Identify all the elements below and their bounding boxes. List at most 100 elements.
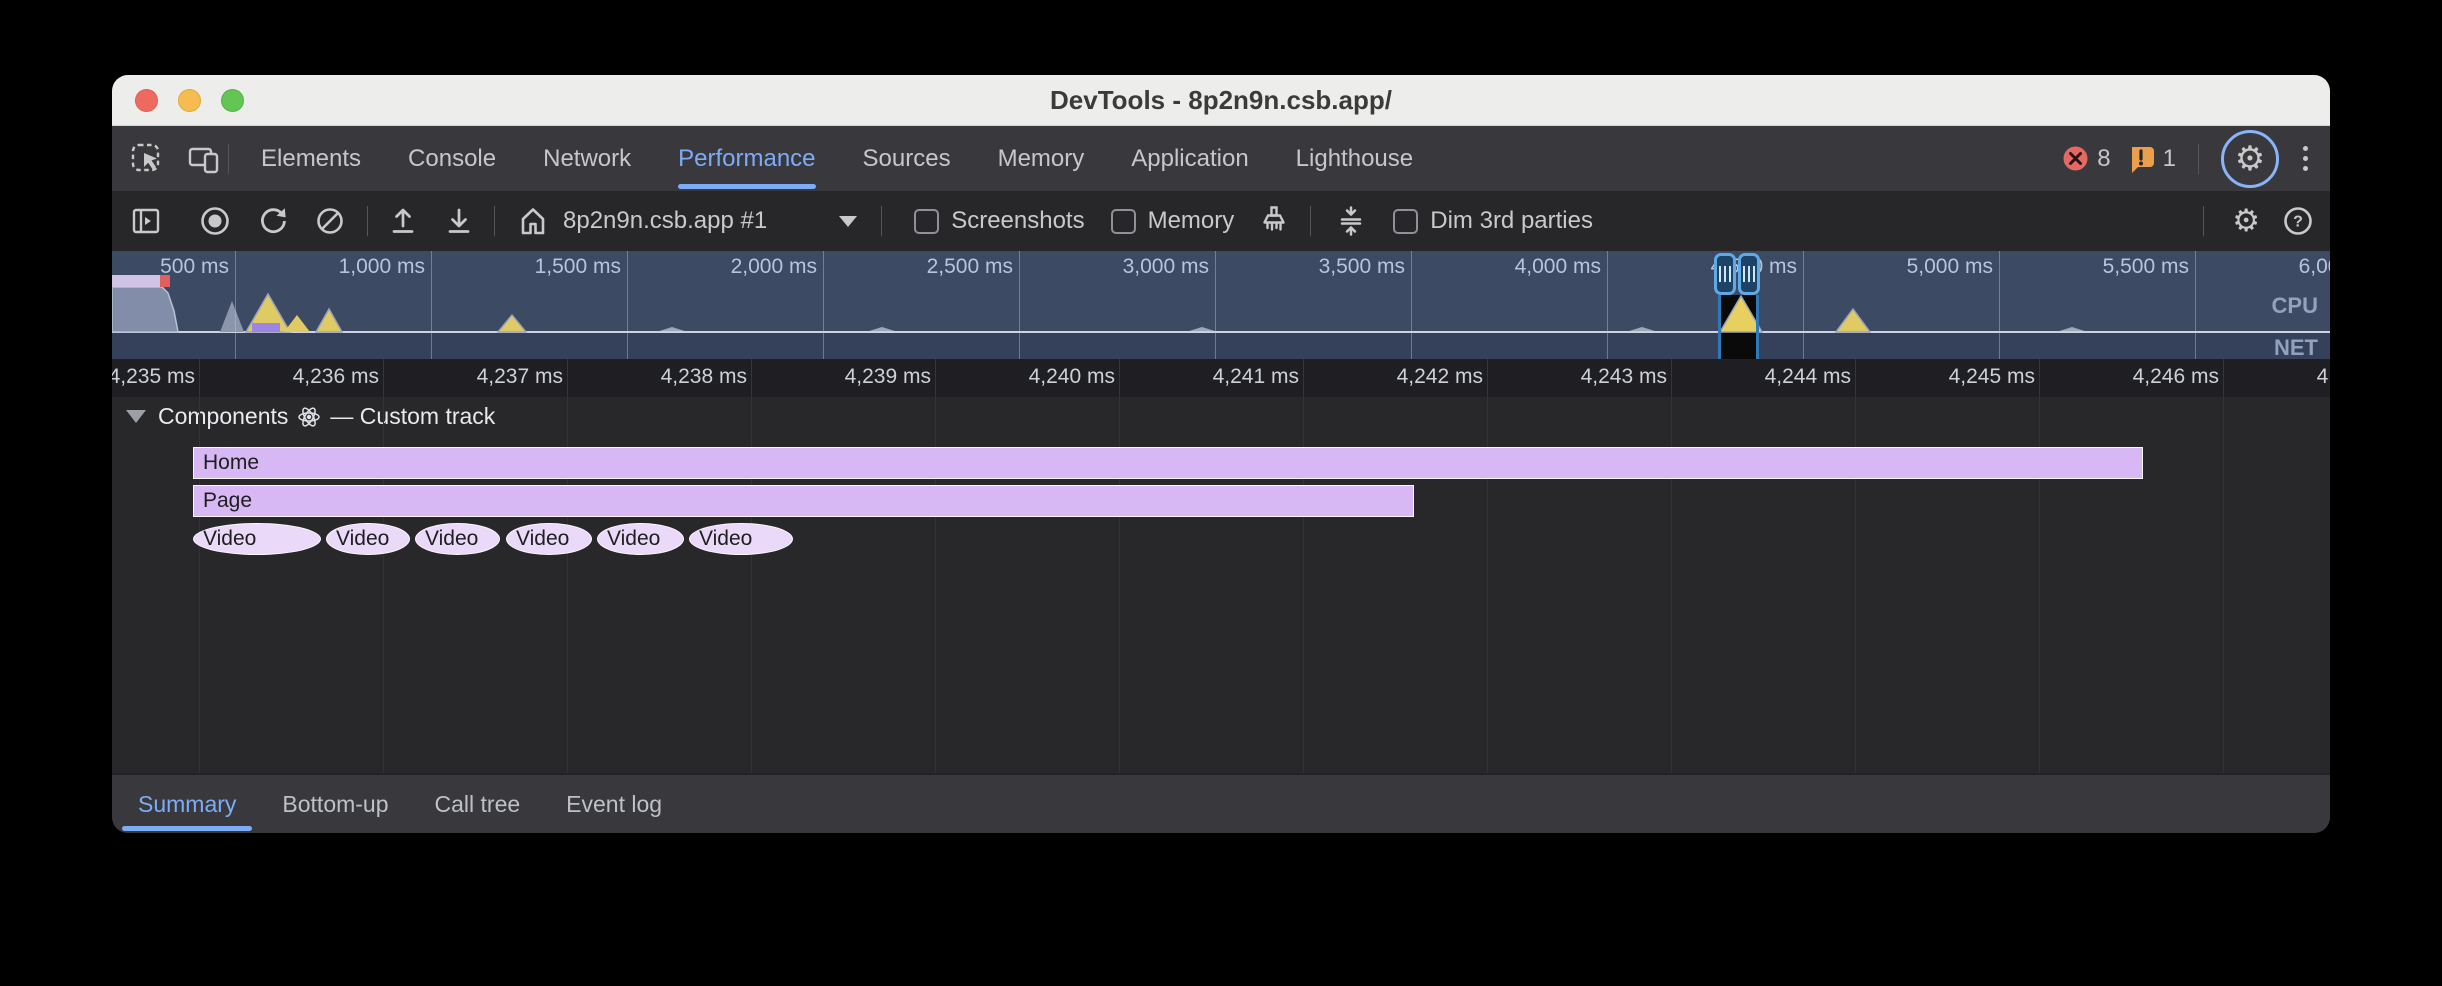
flame-bar-label: Video xyxy=(699,527,752,551)
flame-bar-video[interactable]: Video xyxy=(415,523,500,555)
time-ruler[interactable]: 4,235 ms4,236 ms4,237 ms4,238 ms4,239 ms… xyxy=(112,359,2330,397)
zoom-window-button[interactable] xyxy=(221,89,244,112)
overview-time-label: 1,000 ms xyxy=(339,255,425,279)
bottom-tab-call-tree[interactable]: Call tree xyxy=(435,775,521,833)
flame-bar-label: Video xyxy=(425,527,478,551)
collapse-track-icon[interactable] xyxy=(126,410,146,423)
screenshots-checkbox-group[interactable]: Screenshots xyxy=(914,207,1084,235)
capture-settings-gear-icon[interactable]: ⚙ xyxy=(2232,206,2260,237)
target-select-value[interactable]: 8p2n9n.csb.app #1 xyxy=(563,207,767,235)
overview-time-label: 5,000 ms xyxy=(1907,255,1993,279)
settings-gear-icon[interactable]: ⚙ xyxy=(2235,142,2265,176)
range-handle-left[interactable] xyxy=(1714,253,1736,295)
overview-time-label: 3,500 ms xyxy=(1319,255,1405,279)
error-badge[interactable]: 8 xyxy=(2062,145,2110,173)
flame-bar-label: Page xyxy=(203,489,252,513)
range-handle-right[interactable] xyxy=(1738,253,1760,295)
ruler-time-label: 4,244 ms xyxy=(1765,365,1851,389)
clear-icon[interactable] xyxy=(315,206,345,236)
device-toolbar-icon[interactable] xyxy=(188,142,222,176)
overview-gridline xyxy=(1803,251,1804,359)
close-window-button[interactable] xyxy=(135,89,158,112)
collapse-sections-icon[interactable] xyxy=(1335,204,1367,238)
flame-bar-video[interactable]: Video xyxy=(193,523,321,555)
ruler-time-label: 4,242 ms xyxy=(1397,365,1483,389)
screenshots-checkbox[interactable] xyxy=(914,209,939,234)
memory-checkbox-group[interactable]: Memory xyxy=(1111,207,1235,235)
react-atom-icon xyxy=(297,405,321,429)
error-count: 8 xyxy=(2097,145,2110,173)
ruler-time-label: 4,245 ms xyxy=(1949,365,2035,389)
dim-3rd-parties-checkbox[interactable] xyxy=(1393,209,1418,234)
screenshots-label: Screenshots xyxy=(951,207,1084,235)
inspect-element-icon[interactable] xyxy=(130,142,164,176)
load-profile-icon[interactable] xyxy=(388,205,418,237)
overview-time-label: 1,500 ms xyxy=(535,255,621,279)
memory-checkbox[interactable] xyxy=(1111,209,1136,234)
track-gridline xyxy=(2223,397,2224,773)
flame-bar-label: Video xyxy=(607,527,660,551)
more-options-icon[interactable] xyxy=(2295,146,2316,171)
custom-track-header[interactable]: Components — Custom track xyxy=(126,403,495,430)
tabbar-right-divider xyxy=(2198,144,2199,174)
ruler-time-label: 4,243 ms xyxy=(1581,365,1667,389)
help-icon[interactable]: ? xyxy=(2282,205,2314,237)
cpu-lane-label: CPU xyxy=(2272,293,2318,319)
ruler-time-label: 4,235 ms xyxy=(112,365,195,389)
overview-gridline xyxy=(1999,251,2000,359)
ruler-time-label: 4,246 ms xyxy=(2133,365,2219,389)
tab-elements[interactable]: Elements xyxy=(261,126,361,191)
tab-lighthouse[interactable]: Lighthouse xyxy=(1296,126,1413,191)
home-icon[interactable] xyxy=(517,205,549,237)
reload-record-icon[interactable] xyxy=(257,205,289,237)
minimize-window-button[interactable] xyxy=(178,89,201,112)
overview-gridline xyxy=(2195,251,2196,359)
flame-bar-video[interactable]: Video xyxy=(597,523,684,555)
ruler-tick xyxy=(2223,359,2224,397)
record-icon[interactable] xyxy=(199,205,231,237)
toolbar-divider-5 xyxy=(2203,206,2204,236)
flame-chart-area[interactable]: Components — Custom track Home Page Video V… xyxy=(112,397,2330,773)
overview-gridline xyxy=(823,251,824,359)
flame-bar-page[interactable]: Page xyxy=(193,485,1414,517)
flame-bar-label: Video xyxy=(336,527,389,551)
target-select-caret-icon[interactable] xyxy=(839,216,857,227)
tab-sources[interactable]: Sources xyxy=(863,126,951,191)
overview-gridline xyxy=(1607,251,1608,359)
tabbar-left-icons xyxy=(130,142,222,176)
tab-network[interactable]: Network xyxy=(543,126,631,191)
tab-application[interactable]: Application xyxy=(1131,126,1248,191)
bottom-tab-bottom-up[interactable]: Bottom-up xyxy=(282,775,388,833)
flame-bar-video[interactable]: Video xyxy=(326,523,410,555)
tab-memory[interactable]: Memory xyxy=(998,126,1085,191)
overview-gridline xyxy=(1215,251,1216,359)
flame-bar-video[interactable]: Video xyxy=(506,523,592,555)
ruler-tick xyxy=(383,359,384,397)
panel-tabs: Elements Console Network Performance Sources… xyxy=(261,126,1413,191)
tab-console[interactable]: Console xyxy=(408,126,496,191)
bottom-tab-summary[interactable]: Summary xyxy=(138,775,236,833)
garbage-collect-icon[interactable] xyxy=(1258,204,1290,238)
flame-bar-video[interactable]: Video xyxy=(689,523,793,555)
flame-bar-home[interactable]: Home xyxy=(193,447,2143,479)
overview-time-label: 3,000 ms xyxy=(1123,255,1209,279)
ruler-tick xyxy=(567,359,568,397)
settings-focus-ring: ⚙ xyxy=(2221,130,2279,188)
timeline-overview[interactable]: 500 ms1,000 ms1,500 ms2,000 ms2,500 ms3,… xyxy=(112,251,2330,359)
ruler-time-label: 4,237 ms xyxy=(477,365,563,389)
bottom-tab-event-log[interactable]: Event log xyxy=(566,775,662,833)
ruler-time-label: 4,247 ms xyxy=(2317,365,2330,389)
ruler-tick xyxy=(1487,359,1488,397)
overview-gridline xyxy=(1019,251,1020,359)
tab-performance[interactable]: Performance xyxy=(678,126,815,191)
cpu-activity-chart xyxy=(112,251,2330,359)
tabbar-right: 8 1 ⚙ xyxy=(2062,126,2316,191)
bottom-tabbar: Summary Bottom-up Call tree Event log xyxy=(112,773,2330,833)
save-profile-icon[interactable] xyxy=(444,205,474,237)
ruler-tick xyxy=(1855,359,1856,397)
dim-3rd-parties-checkbox-group[interactable]: Dim 3rd parties xyxy=(1393,207,1593,235)
toolbar-divider-4 xyxy=(1310,206,1311,236)
custom-track-suffix: — Custom track xyxy=(330,403,495,430)
warning-badge[interactable]: 1 xyxy=(2127,144,2176,174)
toggle-sidebar-icon[interactable] xyxy=(131,206,161,236)
